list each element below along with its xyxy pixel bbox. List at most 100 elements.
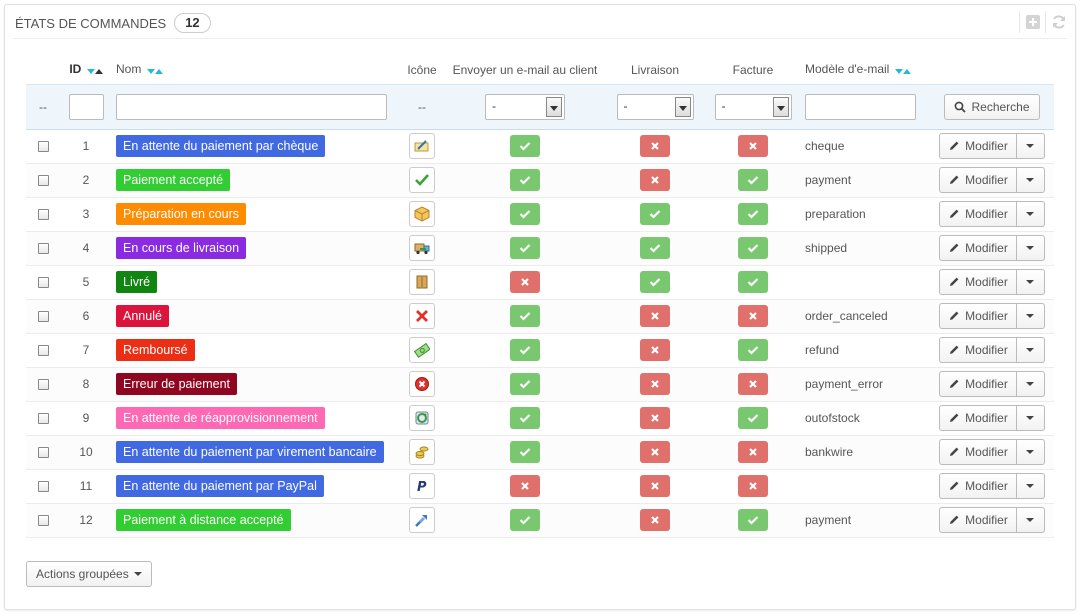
row-send-email bbox=[445, 197, 605, 232]
row-actions-dropdown[interactable] bbox=[1016, 507, 1045, 533]
delivery-no-icon[interactable] bbox=[640, 441, 670, 463]
invoice-no-icon[interactable] bbox=[738, 441, 768, 463]
add-new-icon[interactable] bbox=[1019, 11, 1045, 33]
row-checkbox[interactable] bbox=[37, 141, 49, 153]
row-checkbox[interactable] bbox=[37, 209, 49, 221]
send-email-yes-icon[interactable] bbox=[510, 169, 540, 191]
row-actions-dropdown[interactable] bbox=[1016, 201, 1045, 227]
edit-button[interactable]: Modifier bbox=[939, 235, 1017, 261]
row-delivery bbox=[605, 503, 705, 538]
invoice-yes-icon[interactable] bbox=[738, 237, 768, 259]
delivery-no-icon[interactable] bbox=[640, 135, 670, 157]
search-button[interactable]: Recherche bbox=[944, 93, 1040, 120]
filter-name-input[interactable] bbox=[116, 93, 387, 120]
send-email-yes-icon[interactable] bbox=[510, 441, 540, 463]
sort-desc-icon[interactable] bbox=[86, 69, 95, 75]
send-email-yes-icon[interactable] bbox=[510, 509, 540, 531]
send-email-yes-icon[interactable] bbox=[510, 407, 540, 429]
edit-button[interactable]: Modifier bbox=[939, 507, 1017, 533]
edit-button[interactable]: Modifier bbox=[939, 337, 1017, 363]
caret-down-icon bbox=[1026, 416, 1035, 420]
row-actions-dropdown[interactable] bbox=[1016, 337, 1045, 363]
delivery-no-icon[interactable] bbox=[640, 475, 670, 497]
filter-send-email-select[interactable]: - bbox=[485, 93, 565, 120]
delivery-yes-icon[interactable] bbox=[640, 237, 670, 259]
sort-asc-icon[interactable] bbox=[94, 69, 103, 75]
row-invoice bbox=[705, 231, 801, 266]
sort-desc-icon[interactable] bbox=[146, 69, 155, 75]
row-checkbox[interactable] bbox=[37, 515, 49, 527]
refresh-icon[interactable] bbox=[1045, 11, 1071, 33]
row-checkbox[interactable] bbox=[37, 447, 49, 459]
row-actions-dropdown[interactable] bbox=[1016, 167, 1045, 193]
delivery-no-icon[interactable] bbox=[640, 305, 670, 327]
row-checkbox[interactable] bbox=[37, 345, 49, 357]
send-email-yes-icon[interactable] bbox=[510, 373, 540, 395]
row-invoice bbox=[705, 469, 801, 504]
delivery-no-icon[interactable] bbox=[640, 373, 670, 395]
invoice-yes-icon[interactable] bbox=[738, 203, 768, 225]
row-actions-dropdown[interactable] bbox=[1016, 303, 1045, 329]
row-checkbox[interactable] bbox=[37, 311, 49, 323]
invoice-no-icon[interactable] bbox=[738, 135, 768, 157]
sort-asc-icon[interactable] bbox=[154, 69, 163, 75]
invoice-yes-icon[interactable] bbox=[738, 271, 768, 293]
actions-header bbox=[930, 56, 1054, 84]
invoice-yes-icon[interactable] bbox=[738, 169, 768, 191]
delivery-yes-icon[interactable] bbox=[640, 271, 670, 293]
sort-asc-icon[interactable] bbox=[902, 69, 911, 75]
edit-button[interactable]: Modifier bbox=[939, 473, 1017, 499]
delivery-no-icon[interactable] bbox=[640, 339, 670, 361]
row-checkbox[interactable] bbox=[37, 243, 49, 255]
edit-button[interactable]: Modifier bbox=[939, 405, 1017, 431]
row-checkbox[interactable] bbox=[37, 175, 49, 187]
filter-invoice-select[interactable]: - bbox=[714, 93, 792, 120]
edit-button[interactable]: Modifier bbox=[939, 201, 1017, 227]
row-checkbox[interactable] bbox=[37, 413, 49, 425]
edit-button[interactable]: Modifier bbox=[939, 269, 1017, 295]
row-actions-dropdown[interactable] bbox=[1016, 439, 1045, 465]
caret-down-icon bbox=[133, 572, 142, 576]
row-actions-dropdown[interactable] bbox=[1016, 133, 1045, 159]
sort-desc-icon[interactable] bbox=[894, 69, 903, 75]
delivery-no-icon[interactable] bbox=[640, 509, 670, 531]
send-email-yes-icon[interactable] bbox=[510, 237, 540, 259]
invoice-yes-icon[interactable] bbox=[738, 407, 768, 429]
invoice-no-icon[interactable] bbox=[738, 373, 768, 395]
invoice-yes-icon[interactable] bbox=[738, 509, 768, 531]
edit-button[interactable]: Modifier bbox=[939, 167, 1017, 193]
send-email-yes-icon[interactable] bbox=[510, 339, 540, 361]
edit-button[interactable]: Modifier bbox=[939, 303, 1017, 329]
row-actions: Modifier bbox=[930, 299, 1054, 334]
row-checkbox[interactable] bbox=[37, 277, 49, 289]
row-checkbox[interactable] bbox=[37, 379, 49, 391]
panel-heading: États de commandes 12 bbox=[15, 11, 211, 35]
filter-id-input[interactable] bbox=[68, 93, 104, 120]
delivery-no-icon[interactable] bbox=[640, 169, 670, 191]
row-actions-dropdown[interactable] bbox=[1016, 371, 1045, 397]
table-row: 10 En attente du paiement par virement ba… bbox=[26, 435, 1054, 470]
send-email-yes-icon[interactable] bbox=[510, 305, 540, 327]
edit-button[interactable]: Modifier bbox=[939, 133, 1017, 159]
filter-template-input[interactable] bbox=[805, 93, 916, 120]
bulk-actions-button[interactable]: Actions groupées bbox=[26, 561, 152, 587]
invoice-yes-icon[interactable] bbox=[738, 339, 768, 361]
row-actions-dropdown[interactable] bbox=[1016, 473, 1045, 499]
row-id: 12 bbox=[60, 503, 112, 538]
edit-button[interactable]: Modifier bbox=[939, 439, 1017, 465]
row-actions-dropdown[interactable] bbox=[1016, 269, 1045, 295]
filter-delivery-select[interactable]: - bbox=[616, 93, 694, 120]
row-actions-dropdown[interactable] bbox=[1016, 405, 1045, 431]
send-email-no-icon[interactable] bbox=[510, 475, 540, 497]
delivery-no-icon[interactable] bbox=[640, 407, 670, 429]
row-delivery bbox=[605, 299, 705, 334]
send-email-yes-icon[interactable] bbox=[510, 135, 540, 157]
row-actions-dropdown[interactable] bbox=[1016, 235, 1045, 261]
send-email-yes-icon[interactable] bbox=[510, 203, 540, 225]
delivery-yes-icon[interactable] bbox=[640, 203, 670, 225]
send-email-no-icon[interactable] bbox=[510, 271, 540, 293]
edit-button[interactable]: Modifier bbox=[939, 371, 1017, 397]
invoice-no-icon[interactable] bbox=[738, 475, 768, 497]
row-checkbox[interactable] bbox=[37, 481, 49, 493]
invoice-no-icon[interactable] bbox=[738, 305, 768, 327]
